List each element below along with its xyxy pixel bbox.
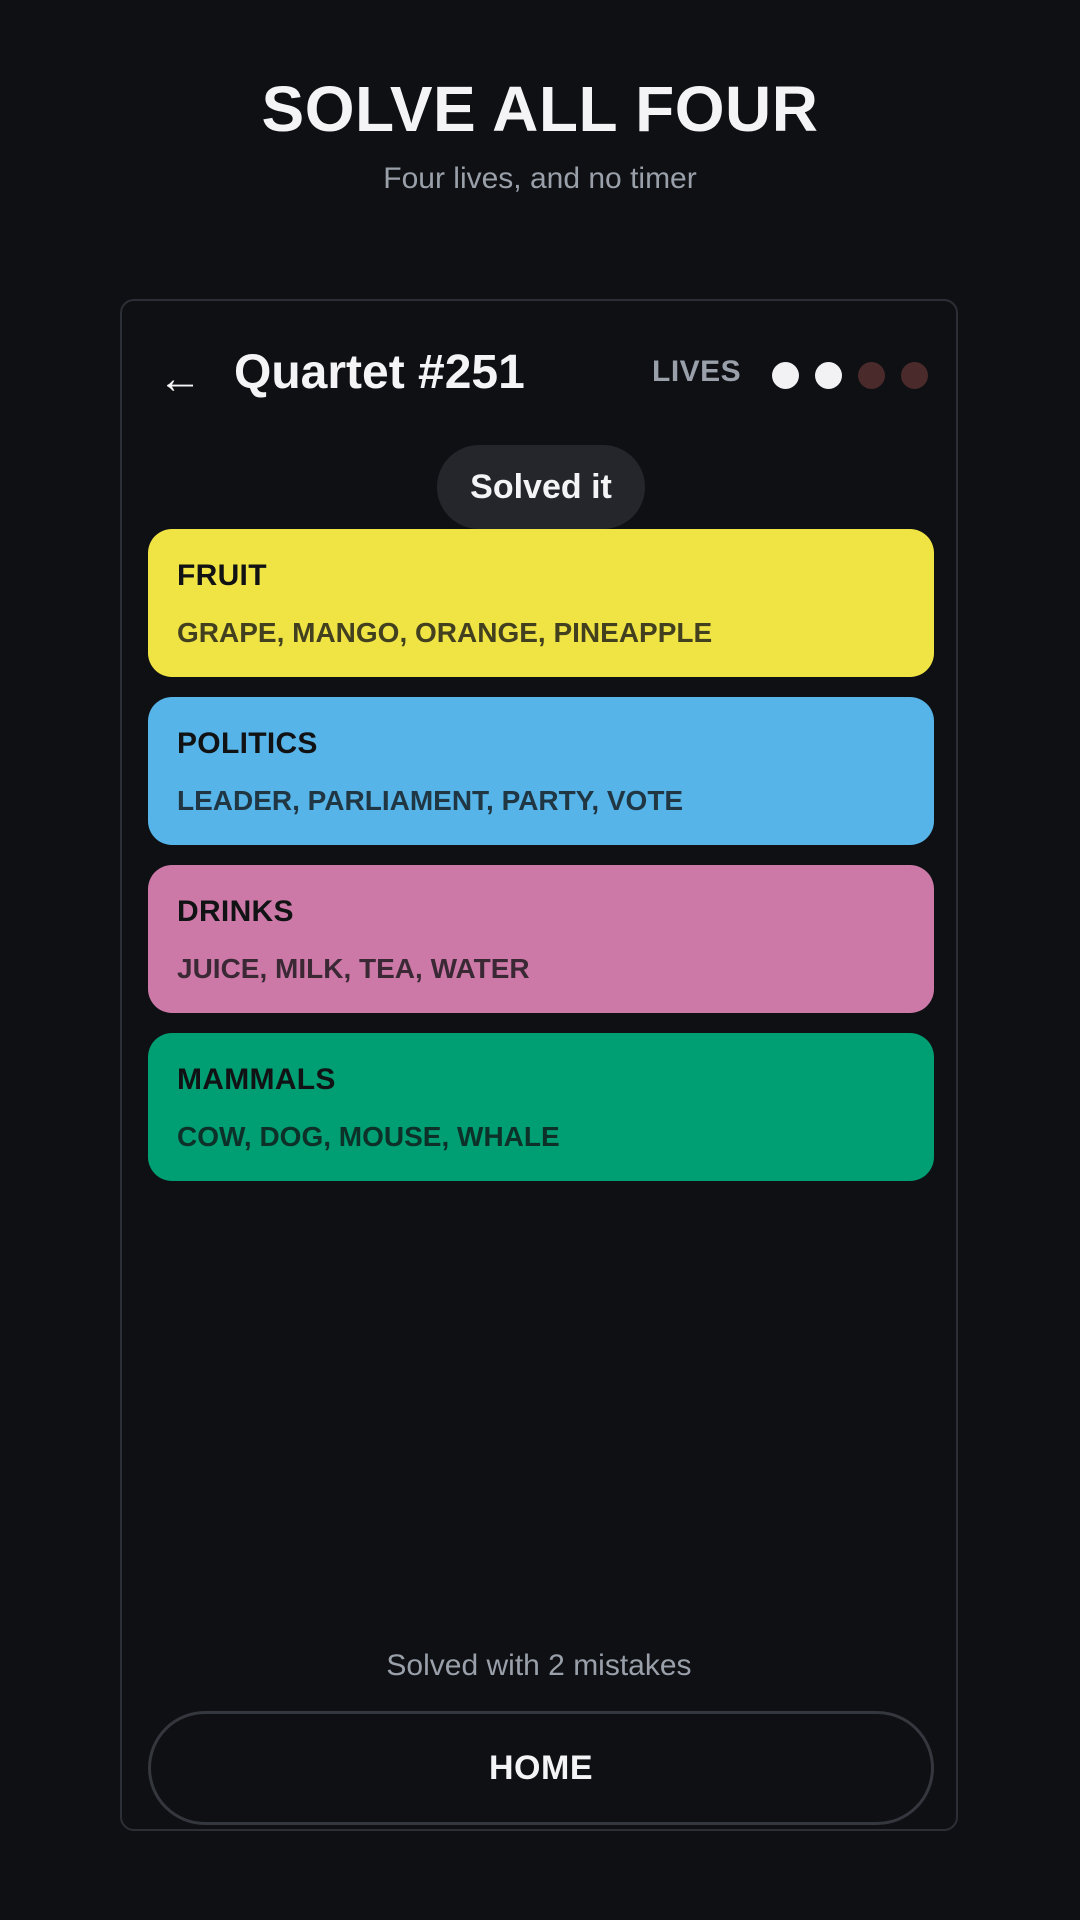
lives-label: LIVES xyxy=(652,355,742,388)
game-screen: SOLVE ALL FOUR Four lives, and no timer … xyxy=(0,0,1080,1920)
group-words: GRAPE, MANGO, ORANGE, PINEAPPLE xyxy=(177,617,713,648)
back-arrow-icon[interactable]: ← xyxy=(152,351,208,407)
solved-groups: FRUIT GRAPE, MANGO, ORANGE, PINEAPPLE PO… xyxy=(148,529,934,1201)
group-card-drinks: DRINKS JUICE, MILK, TEA, WATER xyxy=(148,865,934,1013)
game-header: ← Quartet #251 LIVES xyxy=(122,301,956,451)
group-words: JUICE, MILK, TEA, WATER xyxy=(177,953,530,984)
game-panel: ← Quartet #251 LIVES Solved it FRUIT GRA… xyxy=(120,299,958,1831)
group-card-fruit: FRUIT GRAPE, MANGO, ORANGE, PINEAPPLE xyxy=(148,529,934,677)
group-name: MAMMALS xyxy=(177,1063,336,1096)
life-dot-active xyxy=(815,362,842,389)
group-name: DRINKS xyxy=(177,895,294,928)
group-name: POLITICS xyxy=(177,727,318,760)
page-title: SOLVE ALL FOUR xyxy=(261,73,819,145)
page-subtitle: Four lives, and no timer xyxy=(383,162,697,195)
home-button[interactable]: HOME xyxy=(148,1711,934,1825)
life-dot-lost xyxy=(858,362,885,389)
solved-toast: Solved it xyxy=(437,445,645,529)
puzzle-title: Quartet #251 xyxy=(234,346,525,399)
group-words: LEADER, PARLIAMENT, PARTY, VOTE xyxy=(177,785,684,816)
group-words: COW, DOG, MOUSE, WHALE xyxy=(177,1121,560,1152)
group-card-mammals: MAMMALS COW, DOG, MOUSE, WHALE xyxy=(148,1033,934,1181)
group-card-politics: POLITICS LEADER, PARLIAMENT, PARTY, VOTE xyxy=(148,697,934,845)
lives-indicator xyxy=(772,362,928,389)
group-name: FRUIT xyxy=(177,559,267,592)
life-dot-lost xyxy=(901,362,928,389)
result-text: Solved with 2 mistakes xyxy=(386,1649,692,1682)
life-dot-active xyxy=(772,362,799,389)
